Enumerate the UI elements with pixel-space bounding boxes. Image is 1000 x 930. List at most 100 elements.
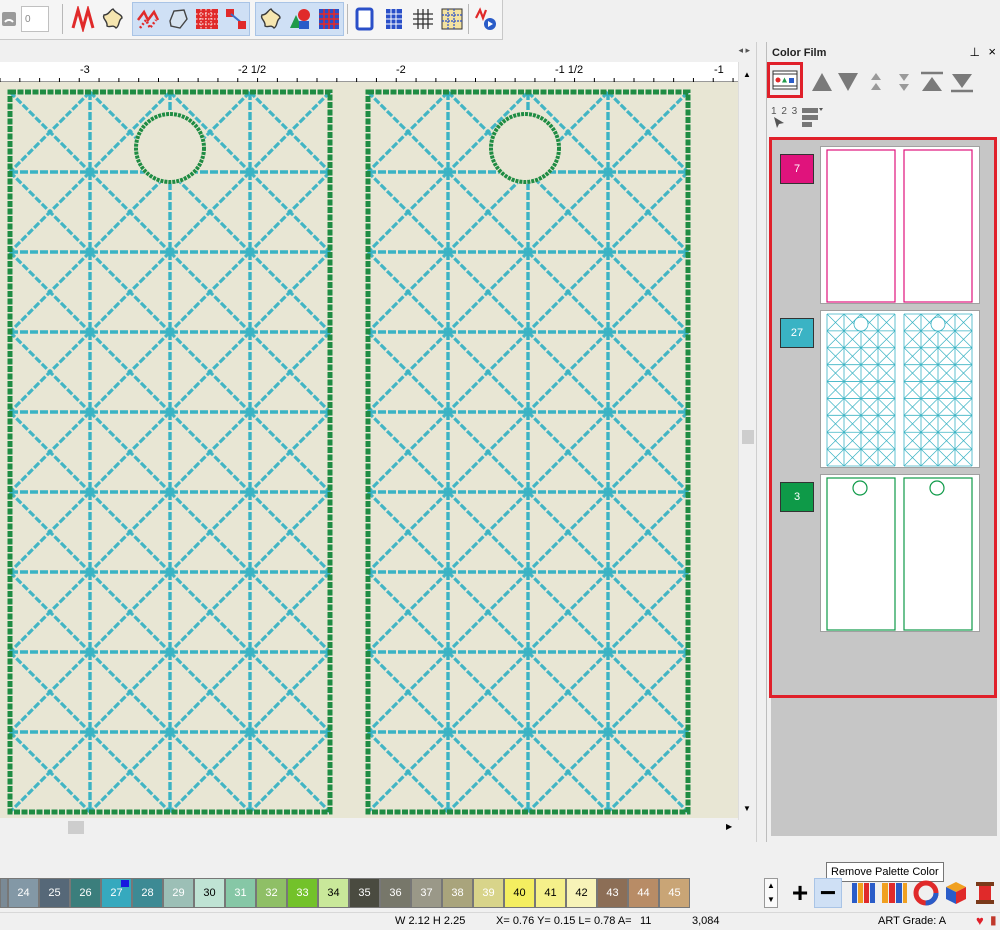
color-swatch[interactable]: 27: [780, 318, 814, 348]
horizontal-scroll-thumb[interactable]: [68, 821, 84, 834]
panel-empty-area: [771, 698, 997, 836]
group-colors-icon[interactable]: [799, 104, 825, 130]
ruler-label: -2: [396, 64, 406, 76]
move-to-bottom-icon[interactable]: [949, 69, 975, 95]
palette-swatch[interactable]: 35: [349, 878, 380, 908]
status-coordinates: X= 0.76 Y= 0.15 L= 0.78 A=: [496, 915, 632, 927]
color-thumbnail[interactable]: [820, 146, 980, 304]
palette-swatch[interactable]: 42: [566, 878, 597, 908]
color-cube-icon[interactable]: [942, 878, 970, 908]
color-thumbnail[interactable]: [820, 310, 980, 468]
vertical-scrollbar[interactable]: ▲ ▼: [738, 62, 756, 820]
palette-swatch[interactable]: 45: [659, 878, 690, 908]
color-wheel-icon[interactable]: [912, 878, 940, 908]
add-palette-color-button[interactable]: +: [786, 877, 814, 908]
app-window: ◂ ▸ -3 -2 1/2 -2 -1 1/2 -1 ▲ ▼ ▶ Color F…: [0, 0, 1000, 930]
document-tab-strip: ◂ ▸: [0, 42, 766, 62]
door-hanger-panel: [365, 89, 691, 815]
palette-swatch[interactable]: [0, 878, 8, 908]
move-up-icon[interactable]: [809, 69, 835, 95]
grid-pattern-icon[interactable]: [314, 4, 344, 34]
ruler-grid-icon[interactable]: [437, 4, 467, 34]
main-toolbar: [0, 0, 1000, 42]
zigzag-stitch-icon[interactable]: [68, 4, 98, 34]
close-icon[interactable]: ×: [988, 44, 996, 59]
color-film-toggle-button[interactable]: [767, 62, 803, 98]
palette-swatch[interactable]: 30: [194, 878, 225, 908]
thread-spools-icon[interactable]: [850, 878, 878, 908]
stitch-count-input[interactable]: [21, 6, 49, 32]
thread-palette-bar: Remove Palette Color 24 25 26 27 28 29 30 31 32 3…: [0, 842, 1000, 912]
embroidery-workspace[interactable]: [0, 82, 738, 818]
palette-swatch[interactable]: 31: [225, 878, 256, 908]
palette-swatch[interactable]: 41: [535, 878, 566, 908]
palette-swatch[interactable]: 36: [380, 878, 411, 908]
palette-swatch[interactable]: 32: [256, 878, 287, 908]
door-hanger-panel: [7, 89, 333, 815]
film-strip-icon: [772, 70, 798, 90]
horizontal-ruler: -3 -2 1/2 -2 -1 1/2 -1: [0, 62, 738, 82]
scroll-up-icon[interactable]: ▲: [743, 70, 751, 79]
palette-swatch[interactable]: 39: [473, 878, 504, 908]
thumb-hole: [853, 316, 869, 332]
thumbnail-outline-magenta: [826, 149, 973, 303]
crystal-shape-icon[interactable]: [163, 4, 193, 34]
palette-swatch[interactable]: 44: [628, 878, 659, 908]
reshape-icon[interactable]: [221, 4, 251, 34]
color-film-panel: Color Film ⊥ × 1 2 3 7 27 3: [766, 42, 1000, 842]
heart-icon: ♥: [976, 913, 984, 928]
move-down-one-icon[interactable]: [891, 69, 917, 95]
palette-scroll-spinner[interactable]: ▲ ▼: [764, 878, 778, 908]
stitch-player-icon[interactable]: [471, 4, 501, 34]
palette-swatch[interactable]: 25: [39, 878, 70, 908]
design-canvas-frame: ◂ ▸ -3 -2 1/2 -2 -1 1/2 -1 ▲ ▼ ▶: [0, 42, 766, 842]
thread-chart-icon[interactable]: [880, 878, 908, 908]
palette-swatch[interactable]: 38: [442, 878, 473, 908]
gauge-icon[interactable]: [0, 4, 18, 34]
color-swatch[interactable]: 3: [780, 482, 814, 512]
thread-spool-icon[interactable]: [972, 878, 1000, 908]
thumbnail-outline-green: [826, 477, 973, 631]
grid-frame-icon[interactable]: [379, 4, 409, 34]
color-swatch[interactable]: 7: [780, 154, 814, 184]
palette-swatch[interactable]: 40: [504, 878, 535, 908]
grid-lines-icon[interactable]: [408, 4, 438, 34]
palette-swatch[interactable]: 43: [597, 878, 628, 908]
canvas-splitter[interactable]: [756, 42, 766, 842]
vertical-scroll-thumb[interactable]: [742, 430, 754, 444]
flower-stitch-icon[interactable]: [98, 4, 128, 34]
fill-zigzag-icon[interactable]: [134, 4, 164, 34]
palette-swatch[interactable]: 28: [132, 878, 163, 908]
palette-swatch[interactable]: 26: [70, 878, 101, 908]
embroidery-design[interactable]: [0, 82, 738, 818]
panel-title: Color Film: [772, 47, 827, 59]
shapes-icon[interactable]: [285, 4, 315, 34]
color-thumbnail[interactable]: [820, 474, 980, 632]
status-art-grade: ART Grade: A: [878, 915, 947, 927]
move-up-one-icon[interactable]: [863, 69, 889, 95]
pattern-fill-icon[interactable]: [192, 4, 222, 34]
palette-swatch[interactable]: 34: [318, 878, 349, 908]
pin-icon[interactable]: ⊥: [970, 45, 980, 59]
remove-palette-color-button[interactable]: −: [814, 877, 842, 908]
hoop-frame-icon[interactable]: [350, 4, 380, 34]
palette-swatch[interactable]: 37: [411, 878, 442, 908]
toolbar-separator: [468, 4, 469, 34]
ruler-label: -1 1/2: [555, 64, 584, 76]
scroll-down-icon[interactable]: ▼: [743, 804, 751, 813]
spool-status-icon: ▮: [990, 913, 997, 927]
thumbnail-grid-teal: [826, 313, 973, 467]
palette-swatch[interactable]: 33: [287, 878, 318, 908]
thumb-hole: [930, 316, 946, 332]
horizontal-scrollbar[interactable]: ▶: [0, 818, 738, 838]
move-to-top-icon[interactable]: [919, 69, 945, 95]
motif-flower-icon[interactable]: [256, 4, 286, 34]
palette-swatch[interactable]: 27: [101, 878, 132, 908]
move-down-icon[interactable]: [835, 69, 861, 95]
scroll-right-icon[interactable]: ▶: [726, 822, 732, 831]
palette-swatches: 24 25 26 27 28 29 30 31 32 33 34 35 36 37 38 39 40 41 42 43…: [0, 878, 690, 908]
tab-scroll-arrows-icon[interactable]: ◂ ▸: [738, 45, 750, 56]
palette-swatch[interactable]: 24: [8, 878, 39, 908]
palette-swatch[interactable]: 29: [163, 878, 194, 908]
sort-cursor-icon[interactable]: [769, 114, 789, 130]
